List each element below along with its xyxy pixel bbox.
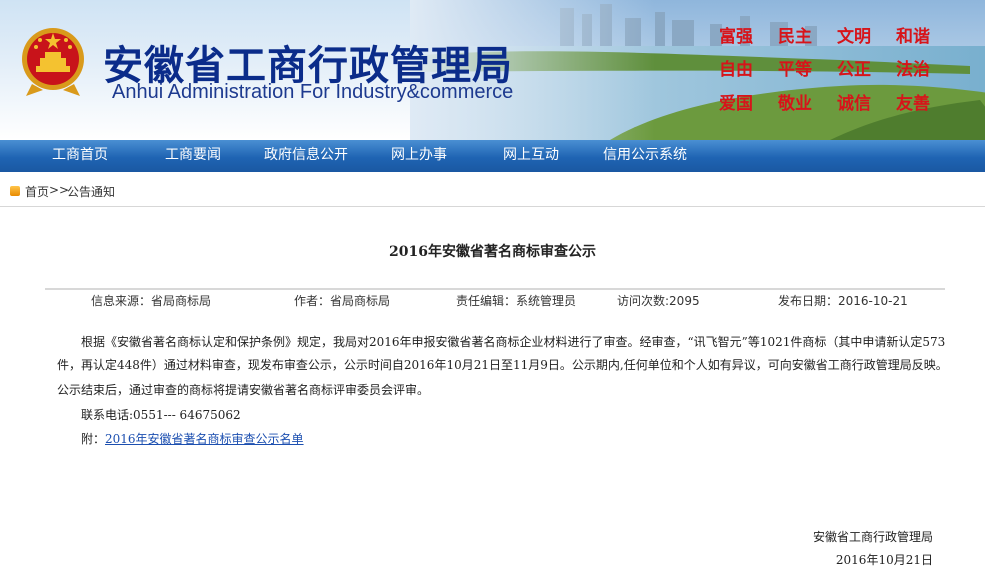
site-banner: 安徽省工商行政管理局 Anhui Administration For Indu… [0,0,985,140]
signature-date: 2016年10月21日 [835,553,933,567]
site-title-en: Anhui Administration For Industry&commer… [112,81,514,103]
slogan-word: 法治 [896,60,930,80]
meta-views: 访问次数:2095 [617,294,700,308]
breadcrumb-marker-icon [10,186,20,196]
slogan-word: 敬业 [778,94,812,114]
breadcrumb [0,178,985,207]
slogan-word: 诚信 [837,94,871,114]
slogan-word: 文明 [837,27,871,47]
nav-item-news[interactable]: 工商要闻 [165,140,221,172]
article-body-line: 根据《安徽省著名商标认定和保护条例》规定，我局对2016年申报安徽省著名商标企业… [81,335,946,349]
nav-item-credit-system[interactable]: 信用公示系统 [603,140,687,172]
breadcrumb-home[interactable]: 首页 [25,183,49,200]
nav-item-online-service[interactable]: 网上办事 [391,140,447,172]
slogan-word: 公正 [837,60,871,80]
signature-org: 安徽省工商行政管理局 [812,530,933,544]
slogan-word: 民主 [778,27,812,47]
meta-date: 发布日期：2016-10-21 [778,294,908,308]
article-body-line: 件，再认定448件）通过材料审查，现发布审查公示，公示时间自2016年10月21… [57,358,948,372]
meta-divider [45,288,945,290]
slogan-word: 自由 [719,60,753,80]
slogan-word: 和谐 [896,27,930,47]
main-nav: 工商首页 工商要闻 政府信息公开 网上办事 网上互动 信用公示系统 [0,140,985,172]
attachment-link[interactable]: 2016年安徽省著名商标审查公示名单 [105,432,304,446]
meta-author: 作者：省局商标局 [294,294,391,308]
meta-source: 信息来源：省局商标局 [91,294,212,308]
slogan-word: 平等 [778,60,812,80]
slogan-word: 友善 [896,94,930,114]
breadcrumb-current[interactable]: 公告通知 [67,183,115,200]
attachment-line: 附：2016年安徽省著名商标审查公示名单 [81,430,304,447]
meta-editor: 责任编辑：系统管理员 [456,294,577,308]
slogan-word: 爱国 [719,94,753,114]
attachment-prefix: 附： [81,432,106,446]
nav-item-interaction[interactable]: 网上互动 [503,140,559,172]
article-title: 2016年安徽省著名商标审查公示 [389,244,596,260]
national-emblem-icon [22,28,84,96]
contact-phone: 联系电话:0551--- 64675062 [81,408,241,422]
article-body-line: 公示结束后，通过审查的商标将提请安徽省著名商标评审委员会评审。 [57,383,430,397]
nav-item-gov-info[interactable]: 政府信息公开 [264,140,348,172]
slogan-word: 富强 [719,27,753,47]
nav-item-home[interactable]: 工商首页 [52,140,108,172]
